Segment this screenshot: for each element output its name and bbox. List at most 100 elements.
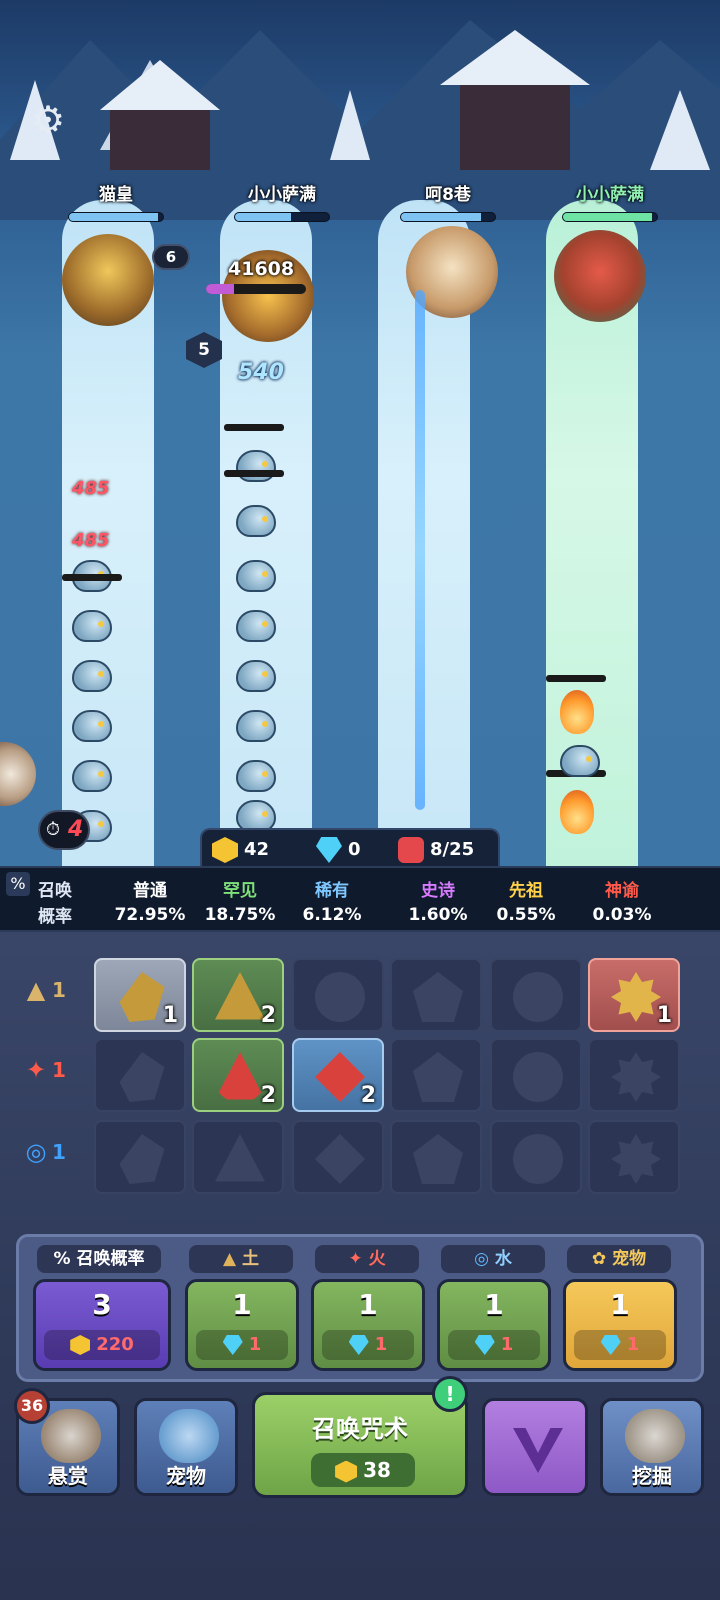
upgrade-card-fire[interactable]: 1 1 <box>311 1279 425 1371</box>
upgrade-water-cost-button[interactable]: 1 <box>448 1330 540 1360</box>
minion-hp-bar <box>224 470 284 477</box>
mountain-icon: ▲ <box>26 976 46 1004</box>
ice-beetle-minion <box>236 505 276 537</box>
rune-slot-fire-4 <box>390 1038 482 1112</box>
rate-tier-5: 神谕 0.03% <box>572 876 672 925</box>
hero-shaman-mask[interactable] <box>554 230 646 322</box>
ice-beetle-minion <box>236 760 276 792</box>
battlefield: ⚙ 猫皇 小小萨满 呵8巷 小小萨满 6 5 41608 540 485 485… <box>0 0 720 890</box>
rune-count: 2 <box>260 1083 276 1108</box>
row-level-water: ◎ 1 <box>20 1138 80 1178</box>
rate-label-line2: 概率 <box>38 907 72 927</box>
upgrade-header-earth: ▲ 土 <box>189 1245 293 1273</box>
ice-beetle-minion <box>236 560 276 592</box>
minion-hp-bar <box>224 424 284 431</box>
upgrade-pet-cost-button[interactable]: 1 <box>574 1330 666 1360</box>
fire-minion <box>560 690 594 734</box>
merge-button[interactable] <box>482 1398 588 1496</box>
rate-tier-0: 普通 72.95% <box>100 876 200 925</box>
rune-slot-earth-1[interactable]: 1 <box>94 958 186 1032</box>
rune-count: 1 <box>162 1003 178 1028</box>
upgrade-header-fire: ✦ 火 <box>315 1245 419 1273</box>
rune-slot-earth-2[interactable]: 2 <box>192 958 284 1032</box>
upgrade-header-pet-label: 宠物 <box>612 1249 647 1269</box>
pet-label: 宠物 <box>166 1464 206 1488</box>
rune-icon <box>119 1052 165 1102</box>
upgrade-card-pet[interactable]: 1 1 <box>563 1279 677 1371</box>
rune-icon <box>413 1134 463 1184</box>
unit-resource: 8/25 <box>398 836 474 864</box>
timer-value: 4 <box>68 817 84 842</box>
rune-icon <box>413 972 463 1022</box>
player-hp-bar-2 <box>234 212 330 222</box>
rate-tier-value: 72.95% <box>114 905 186 925</box>
upgrade-card-earth[interactable]: 1 1 <box>185 1279 299 1371</box>
upgrade-earth-cost-button[interactable]: 1 <box>196 1330 288 1360</box>
rate-tier-2: 稀有 6.12% <box>282 876 382 925</box>
minion-hp-bar <box>546 675 606 682</box>
upgrade-earth-level: 1 <box>232 1288 252 1321</box>
chevron-down-icon <box>513 1428 563 1473</box>
rune-icon <box>119 1134 165 1184</box>
summon-cost: 38 <box>311 1453 415 1487</box>
dig-button[interactable]: 挖掘 <box>600 1398 704 1496</box>
player-name-3: 呵8巷 <box>425 185 471 205</box>
rune-icon <box>513 972 563 1022</box>
ice-beetle-minion <box>236 610 276 642</box>
upgrade-board: % 召唤概率 ▲ 土 ✦ 火 ◎ 水 ✿ 宠物 3 220 1 1 1 1 1 … <box>16 1234 704 1382</box>
water-swirl-icon: ◎ <box>25 1138 47 1166</box>
upgrade-summon-cost: 220 <box>96 1334 134 1355</box>
rune-slot-fire-1 <box>94 1038 186 1112</box>
rune-icon <box>611 1134 661 1184</box>
player-hp-bar-4 <box>562 212 658 222</box>
rune-slot-fire-2[interactable]: 2 <box>192 1038 284 1112</box>
gem-icon <box>222 1335 243 1355</box>
ice-beetle-minion <box>72 660 112 692</box>
rate-tier-name: 普通 <box>133 881 167 901</box>
upgrade-summon-cost-button[interactable]: 220 <box>44 1330 160 1360</box>
paw-claw-icon <box>159 1409 219 1463</box>
damage-number-1: 485 <box>72 478 110 499</box>
rune-icon <box>119 972 165 1022</box>
pet-button[interactable]: 宠物 <box>134 1398 238 1496</box>
rune-slot-fire-5 <box>490 1038 582 1112</box>
ice-beetle-minion <box>560 745 600 777</box>
rune-icon <box>611 1052 661 1102</box>
upgrade-header-water-label: 水 <box>494 1249 512 1269</box>
unit-shield-icon <box>398 837 424 863</box>
hero-hex-badge: 5 <box>186 332 222 368</box>
row-level-value: 1 <box>52 1058 66 1082</box>
hero-cat-king[interactable] <box>62 234 154 326</box>
bounty-badge: 36 <box>14 1388 50 1424</box>
opponent-avatar[interactable] <box>0 742 36 806</box>
percent-icon: % <box>6 872 30 896</box>
upgrade-header-pet: ✿ 宠物 <box>567 1245 671 1273</box>
rate-tier-name: 史诗 <box>421 881 455 901</box>
rune-icon <box>611 972 661 1022</box>
rune-slot-fire-3[interactable]: 2 <box>292 1038 384 1112</box>
gold-value: 42 <box>244 839 270 860</box>
settings-gear-icon[interactable]: ⚙ <box>26 98 70 142</box>
row-level-value: 1 <box>52 1140 66 1164</box>
upgrade-header-summon: % 召唤概率 <box>37 1245 161 1273</box>
upgrade-earth-cost: 1 <box>248 1334 262 1355</box>
summon-alert-badge: ! <box>432 1376 468 1412</box>
gem-icon <box>348 1335 369 1355</box>
rate-tier-name: 先祖 <box>509 881 543 901</box>
rune-icon <box>413 1052 463 1102</box>
ice-beetle-minion <box>236 710 276 742</box>
upgrade-fire-cost-button[interactable]: 1 <box>322 1330 414 1360</box>
summon-spell-button[interactable]: 召唤咒术 38 <box>252 1392 468 1498</box>
rate-tier-3: 史诗 1.60% <box>388 876 488 925</box>
upgrade-card-water[interactable]: 1 1 <box>437 1279 551 1371</box>
gem-resource: 0 <box>316 836 361 864</box>
upgrade-card-summon-rate[interactable]: 3 220 <box>33 1279 171 1371</box>
gem-icon <box>600 1335 621 1355</box>
row-level-fire: ✦ 1 <box>20 1056 80 1096</box>
rune-slot-earth-6[interactable]: 1 <box>588 958 680 1032</box>
rate-tier-value: 6.12% <box>302 905 362 925</box>
upgrade-header-summon-label: 召唤概率 <box>76 1249 145 1269</box>
rate-tier-value: 1.60% <box>408 905 468 925</box>
rune-slot-fire-6 <box>588 1038 680 1112</box>
rune-slot-earth-3 <box>292 958 384 1032</box>
